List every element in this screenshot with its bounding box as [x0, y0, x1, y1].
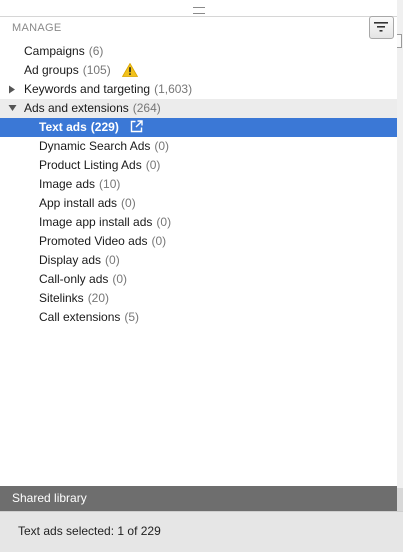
tree-item-promoted-video-ads[interactable]: Promoted Video ads (0)	[0, 232, 397, 251]
tree-item-count: (229)	[90, 120, 119, 134]
tree-item-count: (0)	[154, 139, 170, 153]
tree-item-text-ads[interactable]: Text ads (229)	[0, 118, 397, 137]
tree-item-label: Ad groups	[24, 63, 79, 77]
tree-item-count: (0)	[151, 234, 167, 248]
filter-icon	[374, 22, 388, 32]
tree-item-label: Promoted Video ads	[39, 234, 148, 248]
tree-item-label: Keywords and targeting	[24, 82, 151, 96]
tree-item-count: (10)	[99, 177, 121, 191]
tree-item-label: Sitelinks	[39, 291, 84, 305]
tree-item-call-only-ads[interactable]: Call-only ads (0)	[0, 270, 397, 289]
expand-arrow-icon[interactable]	[8, 80, 18, 99]
tree-item-display-ads[interactable]: Display ads (0)	[0, 251, 397, 270]
section-header: MANAGE	[12, 22, 62, 34]
collapse-arrow-icon[interactable]	[8, 99, 18, 118]
selection-status-text: Text ads selected: 1 of 229	[18, 524, 161, 538]
tree-item-call-extensions[interactable]: Call extensions (5)	[0, 308, 397, 327]
tree-item-label: Product Listing Ads	[39, 158, 142, 172]
tree-item-label: Text ads	[39, 120, 87, 134]
tree-item-count: (0)	[121, 196, 136, 210]
manage-panel: MANAGE Campaigns (6) Ad groups (105) Keywo…	[0, 0, 398, 552]
tree-item-keywords-targeting[interactable]: Keywords and targeting (1,603)	[0, 80, 397, 99]
tree-item-ads-extensions[interactable]: Ads and extensions (264)	[0, 99, 397, 118]
tree-item-count: (0)	[145, 158, 161, 172]
warning-icon	[122, 62, 139, 77]
tree-item-count: (0)	[112, 272, 128, 286]
tree-item-count: (0)	[156, 215, 172, 229]
tree-item-image-app-install-ads[interactable]: Image app install ads (0)	[0, 213, 397, 232]
tree-item-ad-groups[interactable]: Ad groups (105)	[0, 61, 397, 80]
scrollbar[interactable]	[397, 0, 403, 552]
tree-item-count: (264)	[132, 101, 161, 115]
tree-item-image-ads[interactable]: Image ads (10)	[0, 175, 397, 194]
tree-item-label: Dynamic Search Ads	[39, 139, 151, 153]
tree-item-label: Image ads	[39, 177, 96, 191]
account-tree: Campaigns (6) Ad groups (105) Keywords and…	[0, 42, 397, 327]
tree-item-label: Call-only ads	[39, 272, 109, 286]
resize-handle[interactable]	[193, 7, 205, 14]
filter-button[interactable]	[369, 16, 394, 39]
scrollbar-marker	[397, 34, 402, 48]
tree-item-label: Ads and extensions	[24, 101, 129, 115]
tree-item-count: (5)	[124, 310, 140, 324]
shared-library-section[interactable]: Shared library	[0, 486, 397, 511]
tree-item-sitelinks[interactable]: Sitelinks (20)	[0, 289, 397, 308]
tree-item-label: App install ads	[39, 196, 118, 210]
tree-item-count: (6)	[88, 44, 104, 58]
tree-item-dynamic-search-ads[interactable]: Dynamic Search Ads (0)	[0, 137, 397, 156]
tree-item-product-listing-ads[interactable]: Product Listing Ads (0)	[0, 156, 397, 175]
tree-item-count: (1,603)	[154, 82, 193, 96]
tree-item-label: Image app install ads	[39, 215, 153, 229]
tree-item-label: Display ads	[39, 253, 102, 267]
tree-item-campaigns[interactable]: Campaigns (6)	[0, 42, 397, 61]
tree-item-count: (0)	[105, 253, 120, 267]
tree-item-label: Campaigns	[24, 44, 85, 58]
tree-item-label: Call extensions	[39, 310, 121, 324]
tree-item-count: (20)	[87, 291, 110, 305]
divider	[0, 16, 397, 17]
status-bar: Text ads selected: 1 of 229	[0, 511, 403, 552]
external-link-icon[interactable]	[130, 120, 143, 133]
tree-item-count: (105)	[82, 63, 111, 77]
tree-item-app-install-ads[interactable]: App install ads (0)	[0, 194, 397, 213]
